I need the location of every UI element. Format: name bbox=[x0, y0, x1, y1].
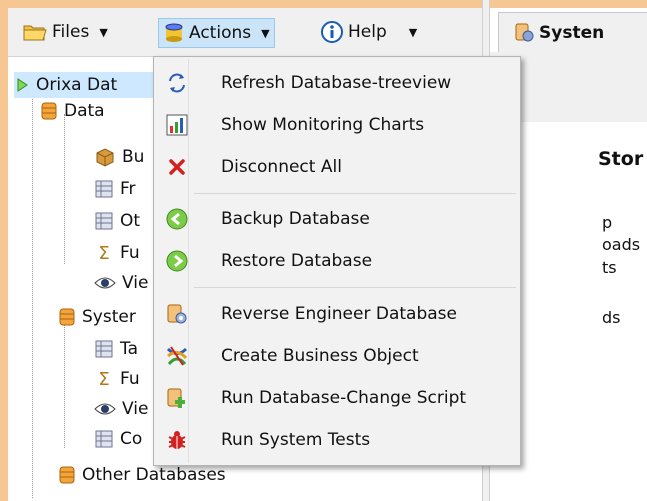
tree-node-system[interactable]: Syster bbox=[58, 304, 136, 330]
tree-node-label: Fu bbox=[120, 243, 140, 263]
tree-node-label: Data bbox=[64, 101, 105, 121]
tree-node-label: Syster bbox=[82, 307, 136, 327]
actions-dropdown-menu: Refresh Database-treeview Show Monitorin… bbox=[153, 56, 521, 466]
tree-node-fragments[interactable]: Fr bbox=[94, 176, 136, 202]
tree-node-label: Other Databases bbox=[82, 465, 226, 485]
reverse-engineer-icon bbox=[164, 301, 190, 327]
menu-item-run-system-tests[interactable]: Run System Tests bbox=[158, 420, 516, 460]
content-text: oads bbox=[602, 235, 641, 254]
tree-guide-line bbox=[64, 318, 65, 448]
table-icon bbox=[94, 211, 114, 231]
menu-item-label: Run System Tests bbox=[221, 430, 371, 450]
database-cylinder-icon bbox=[58, 464, 76, 486]
section-title: Stor bbox=[598, 148, 644, 170]
sigma-icon: Σ bbox=[98, 242, 110, 264]
tree-node-functions[interactable]: Σ Fu bbox=[94, 240, 140, 266]
tree-node-system-functions[interactable]: Σ Fu bbox=[94, 366, 140, 392]
menu-separator bbox=[194, 287, 516, 288]
backup-icon bbox=[164, 206, 190, 232]
folder-icon bbox=[22, 21, 48, 43]
actions-label: Actions bbox=[189, 23, 252, 43]
chevron-down-icon[interactable]: ▼ bbox=[261, 27, 269, 40]
menu-item-label: Show Monitoring Charts bbox=[221, 115, 425, 135]
menu-item-show-monitoring-charts[interactable]: Show Monitoring Charts bbox=[158, 105, 516, 145]
content-text: p bbox=[602, 213, 613, 232]
expand-arrow-icon[interactable] bbox=[14, 77, 30, 93]
menu-item-create-business-object[interactable]: Create Business Object bbox=[158, 336, 516, 376]
menu-item-label: Run Database-Change Script bbox=[221, 388, 467, 408]
actions-menu-button[interactable]: Actions ▼ bbox=[158, 18, 275, 48]
tree-node-label: Fu bbox=[120, 369, 140, 389]
restore-icon bbox=[164, 248, 190, 274]
menu-item-label: Refresh Database-treeview bbox=[221, 73, 452, 93]
tree-node-label: Orixa Dat bbox=[36, 75, 118, 95]
menu-separator bbox=[194, 193, 516, 194]
tree-node-label: Ta bbox=[120, 339, 138, 359]
box-icon bbox=[94, 147, 116, 167]
sigma-icon: Σ bbox=[98, 368, 110, 390]
tree-node-tables[interactable]: Ta bbox=[94, 336, 138, 362]
menu-item-run-change-script[interactable]: Run Database-Change Script bbox=[158, 378, 516, 418]
tree-node-root[interactable]: Orixa Dat bbox=[14, 72, 174, 98]
database-icon bbox=[163, 22, 185, 44]
tab-system[interactable]: Systen bbox=[498, 12, 647, 52]
content-text: ds bbox=[602, 308, 621, 327]
content-text: ts bbox=[602, 258, 617, 277]
toolbar: Files ▼ Actions ▼ Help ▼ bbox=[8, 8, 482, 57]
table-icon bbox=[94, 429, 114, 449]
tree-node-views[interactable]: Vie bbox=[94, 270, 148, 296]
business-object-icon bbox=[164, 343, 190, 369]
files-menu-button[interactable]: Files ▼ bbox=[18, 18, 112, 46]
database-cylinder-icon bbox=[40, 100, 58, 122]
menu-item-label: Backup Database bbox=[221, 209, 370, 229]
menu-item-refresh-treeview[interactable]: Refresh Database-treeview bbox=[158, 63, 516, 103]
help-label: Help bbox=[348, 22, 387, 42]
menu-item-restore-database[interactable]: Restore Database bbox=[158, 241, 516, 281]
tree-guide-line bbox=[32, 86, 33, 498]
tree-node-label: Bu bbox=[122, 147, 145, 167]
info-icon bbox=[320, 20, 344, 44]
tree-node-label: Vie bbox=[122, 273, 149, 293]
chevron-down-icon[interactable]: ▼ bbox=[409, 26, 417, 39]
database-settings-icon bbox=[513, 21, 535, 43]
menu-item-label: Disconnect All bbox=[221, 157, 342, 177]
close-icon bbox=[164, 154, 190, 180]
menu-item-backup-database[interactable]: Backup Database bbox=[158, 199, 516, 239]
tree-guide-line bbox=[64, 114, 65, 264]
tab-label: Systen bbox=[539, 22, 605, 43]
eye-icon bbox=[94, 401, 116, 417]
files-label: Files bbox=[52, 22, 90, 42]
tree-node-config[interactable]: Co bbox=[94, 426, 142, 452]
menu-item-reverse-engineer[interactable]: Reverse Engineer Database bbox=[158, 294, 516, 334]
table-icon bbox=[94, 179, 114, 199]
refresh-icon bbox=[164, 70, 190, 96]
tree-node-system-views[interactable]: Vie bbox=[94, 396, 148, 422]
database-cylinder-icon bbox=[58, 306, 76, 328]
tree-node-label: Fr bbox=[120, 179, 136, 199]
chart-icon bbox=[164, 112, 190, 138]
menu-item-label: Restore Database bbox=[221, 251, 373, 271]
script-icon bbox=[164, 385, 190, 411]
tree-node-label: Ot bbox=[120, 211, 141, 231]
tree-node-business-objects[interactable]: Bu bbox=[94, 144, 144, 170]
chevron-down-icon[interactable]: ▼ bbox=[99, 26, 107, 39]
menu-item-disconnect-all[interactable]: Disconnect All bbox=[158, 147, 516, 187]
tree-node-data[interactable]: Data bbox=[40, 98, 105, 124]
bug-icon bbox=[164, 427, 190, 453]
app-window: Files ▼ Actions ▼ Help ▼ Orixa Dat Data … bbox=[0, 0, 647, 501]
help-menu-button[interactable]: Help ▼ bbox=[316, 18, 421, 46]
tree-node-label: Vie bbox=[122, 399, 149, 419]
menu-item-label: Create Business Object bbox=[221, 346, 419, 366]
eye-icon bbox=[94, 275, 116, 291]
table-icon bbox=[94, 339, 114, 359]
tree-node-other[interactable]: Ot bbox=[94, 208, 140, 234]
menu-item-label: Reverse Engineer Database bbox=[221, 304, 457, 324]
tree-node-label: Co bbox=[120, 429, 143, 449]
